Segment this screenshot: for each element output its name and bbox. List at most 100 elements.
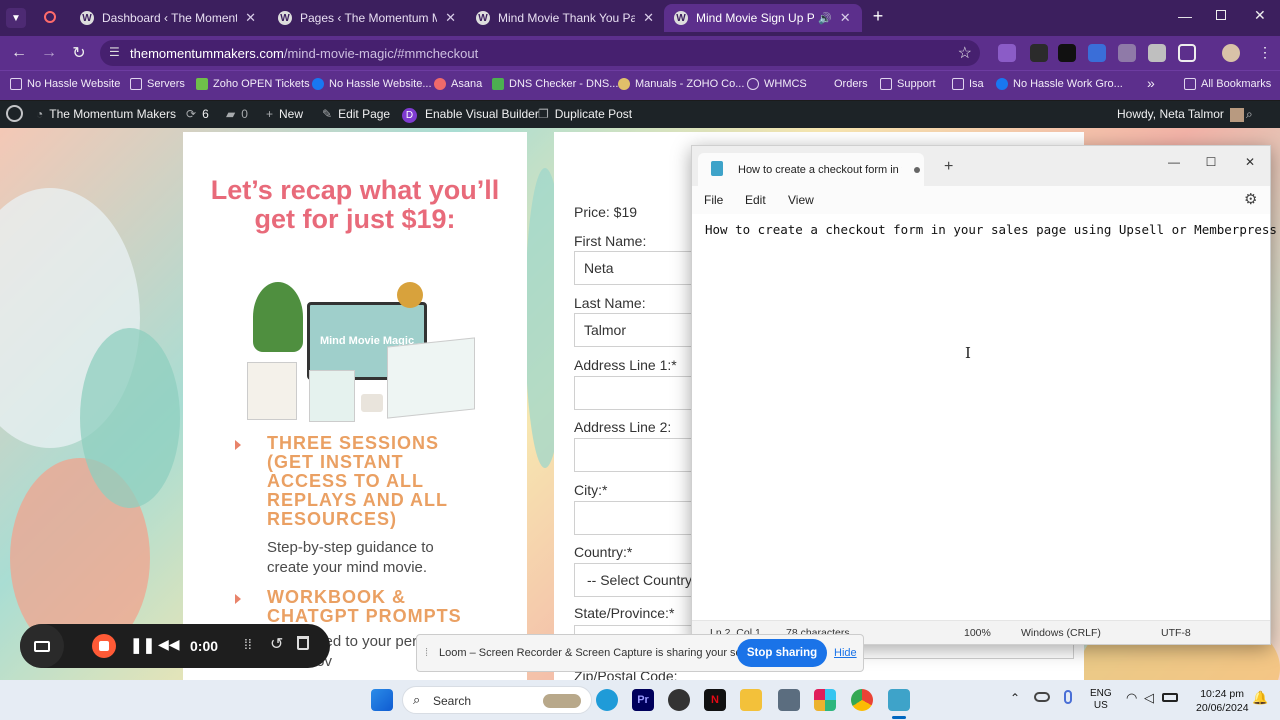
wp-new-link[interactable]: + New [266, 107, 303, 121]
more-menu-icon[interactable]: ⋮ [1258, 44, 1272, 61]
wp-updates-link[interactable]: ⟳ 6 [186, 107, 209, 121]
drag-handle-icon[interactable]: ⁞⁞ [244, 636, 252, 652]
browser-tab-strip: ▼ W Dashboard ‹ The Momentum M ✕ W Pages… [0, 0, 1280, 36]
davinci-icon[interactable] [668, 689, 690, 711]
close-icon[interactable]: ✕ [445, 10, 456, 26]
taskbar-search[interactable]: ⌕ Search [402, 686, 592, 714]
browser-tab[interactable]: W Dashboard ‹ The Momentum M ✕ [70, 4, 266, 32]
pause-icon[interactable]: ❚❚ [130, 636, 155, 654]
close-icon[interactable]: ✕ [840, 10, 851, 26]
extension-icon[interactable] [1148, 44, 1166, 62]
profile-avatar[interactable] [1222, 44, 1240, 62]
bookmark-item[interactable]: Zoho OPEN Tickets [196, 78, 310, 90]
notepad-text-area[interactable]: How to create a checkout form in your sa… [705, 222, 1277, 237]
new-tab-button[interactable]: + [944, 158, 953, 176]
browser-toolbar: ← → ↻ ☰ themomentummakers.com/mind-movie… [0, 36, 1280, 70]
audio-icon[interactable]: 🔊 [818, 12, 832, 25]
edge-icon[interactable] [596, 689, 618, 711]
minimize-icon[interactable]: — [1160, 152, 1188, 172]
new-tab-button[interactable]: + [868, 6, 888, 26]
bookmark-item[interactable]: Servers [130, 78, 185, 90]
bookmark-item[interactable]: DNS Checker - DNS... [492, 78, 618, 90]
search-label: Search [433, 694, 472, 708]
close-icon[interactable]: ✕ [643, 10, 654, 26]
wp-howdy-menu[interactable]: Howdy, Neta Talmor [1117, 107, 1244, 122]
extension-icon[interactable] [998, 44, 1016, 62]
bookmark-item[interactable]: Asana [434, 78, 482, 90]
browser-tab[interactable]: W Mind Movie Thank You Page | T ✕ [466, 4, 664, 32]
menu-file[interactable]: File [704, 193, 723, 207]
menu-edit[interactable]: Edit [745, 193, 766, 207]
settings-gear-icon[interactable]: ⚙ [1244, 190, 1257, 208]
close-icon[interactable]: ✕ [245, 10, 256, 26]
drag-handle-icon[interactable]: ⁞ [425, 647, 428, 659]
bookmark-item[interactable]: No Hassle Work Gro... [996, 78, 1123, 90]
stop-recording-button[interactable] [92, 634, 116, 658]
camera-extension-icon[interactable] [1118, 44, 1136, 62]
close-window-icon[interactable]: ✕ [1254, 7, 1266, 24]
notepad-taskbar-icon[interactable] [888, 689, 910, 711]
battery-icon[interactable] [1162, 693, 1178, 702]
bookmark-item[interactable]: Orders [834, 78, 868, 90]
rewind-icon[interactable]: ◀◀ [158, 636, 180, 653]
slack-icon[interactable] [814, 689, 836, 711]
extensions-puzzle-icon[interactable] [1178, 44, 1196, 62]
netflix-icon[interactable]: N [704, 689, 726, 711]
premiere-icon[interactable]: Pr [632, 689, 654, 711]
microphone-icon[interactable] [1064, 690, 1072, 704]
bookmark-star-icon[interactable]: ☆ [958, 43, 972, 63]
font-extension-icon[interactable] [1058, 44, 1076, 62]
wp-comments-link[interactable]: ▰ 0 [226, 107, 248, 121]
address-bar[interactable]: ☰ themomentummakers.com/mind-movie-magic… [100, 40, 980, 66]
stop-sharing-button[interactable]: Stop sharing [737, 639, 827, 667]
browser-tab-active[interactable]: W Mind Movie Sign Up Page | 🔊 ✕ [664, 4, 862, 32]
site-info-icon[interactable]: ☰ [109, 45, 120, 59]
chevron-up-icon[interactable]: ⌃ [1010, 691, 1020, 705]
close-icon[interactable]: ✕ [1236, 152, 1264, 172]
clock[interactable]: 10:24 pm 20/06/2024 [1196, 687, 1249, 715]
hide-link[interactable]: Hide [834, 647, 857, 659]
maximize-icon[interactable]: ☐ [1197, 152, 1225, 172]
notification-bell-icon[interactable]: 🔔 [1252, 690, 1268, 706]
bookmark-item[interactable]: Isa [952, 78, 984, 90]
extension-icon[interactable] [1088, 44, 1106, 62]
wp-site-link[interactable]: ◔ The Momentum Makers [36, 107, 176, 121]
wp-duplicate-link[interactable]: ❐ Duplicate Post [538, 107, 632, 121]
wp-edit-page-link[interactable]: ✎ Edit Page [322, 107, 390, 121]
notepad-tab[interactable]: How to create a checkout form in y [698, 153, 924, 186]
wifi-icon[interactable]: ◠ [1126, 690, 1137, 706]
all-bookmarks-button[interactable]: All Bookmarks [1184, 78, 1271, 90]
dns-checker-icon [492, 78, 504, 90]
menu-view[interactable]: View [788, 193, 814, 207]
forward-icon[interactable]: → [38, 42, 60, 64]
bookmarks-bar: No Hassle Website Servers Zoho OPEN Tick… [0, 70, 1280, 100]
trash-icon[interactable] [297, 636, 309, 650]
volume-icon[interactable]: ◁ [1144, 690, 1154, 706]
wp-search-icon[interactable]: ⌕ [1246, 107, 1253, 122]
more-bookmarks-button[interactable]: » [1147, 75, 1155, 91]
eyedropper-icon[interactable] [1030, 44, 1048, 62]
wordpress-logo-icon[interactable] [6, 105, 23, 122]
chrome-icon[interactable] [851, 689, 873, 711]
restart-icon[interactable]: ↺ [270, 634, 283, 654]
windows-start-icon[interactable] [371, 689, 393, 711]
notepad-titlebar: How to create a checkout form in y + — ☐… [692, 146, 1270, 186]
reload-icon[interactable]: ↻ [68, 42, 90, 64]
bookmark-item[interactable]: Support [880, 78, 936, 90]
restore-icon[interactable] [1216, 10, 1226, 20]
minimize-icon[interactable]: — [1178, 8, 1192, 24]
bookmark-item[interactable]: No Hassle Website... [312, 78, 432, 90]
file-explorer-icon[interactable] [740, 689, 762, 711]
onedrive-icon[interactable] [1034, 692, 1050, 702]
tab-search-button[interactable]: ▼ [6, 8, 26, 28]
bookmark-item[interactable]: WHMCS [747, 78, 807, 90]
bookmark-item[interactable]: No Hassle Website [10, 78, 120, 90]
language-indicator[interactable]: ENG US [1090, 688, 1112, 712]
browser-tab[interactable]: W Pages ‹ The Momentum Maker ✕ [268, 4, 466, 32]
camera-toggle-icon[interactable] [20, 624, 64, 668]
back-icon[interactable]: ← [8, 42, 30, 64]
wp-visual-builder-link[interactable]: D Enable Visual Builder [402, 107, 539, 123]
calculator-icon[interactable] [778, 689, 800, 711]
wordpress-icon: W [476, 11, 490, 25]
bookmark-item[interactable]: Manuals - ZOHO Co... [618, 78, 744, 90]
